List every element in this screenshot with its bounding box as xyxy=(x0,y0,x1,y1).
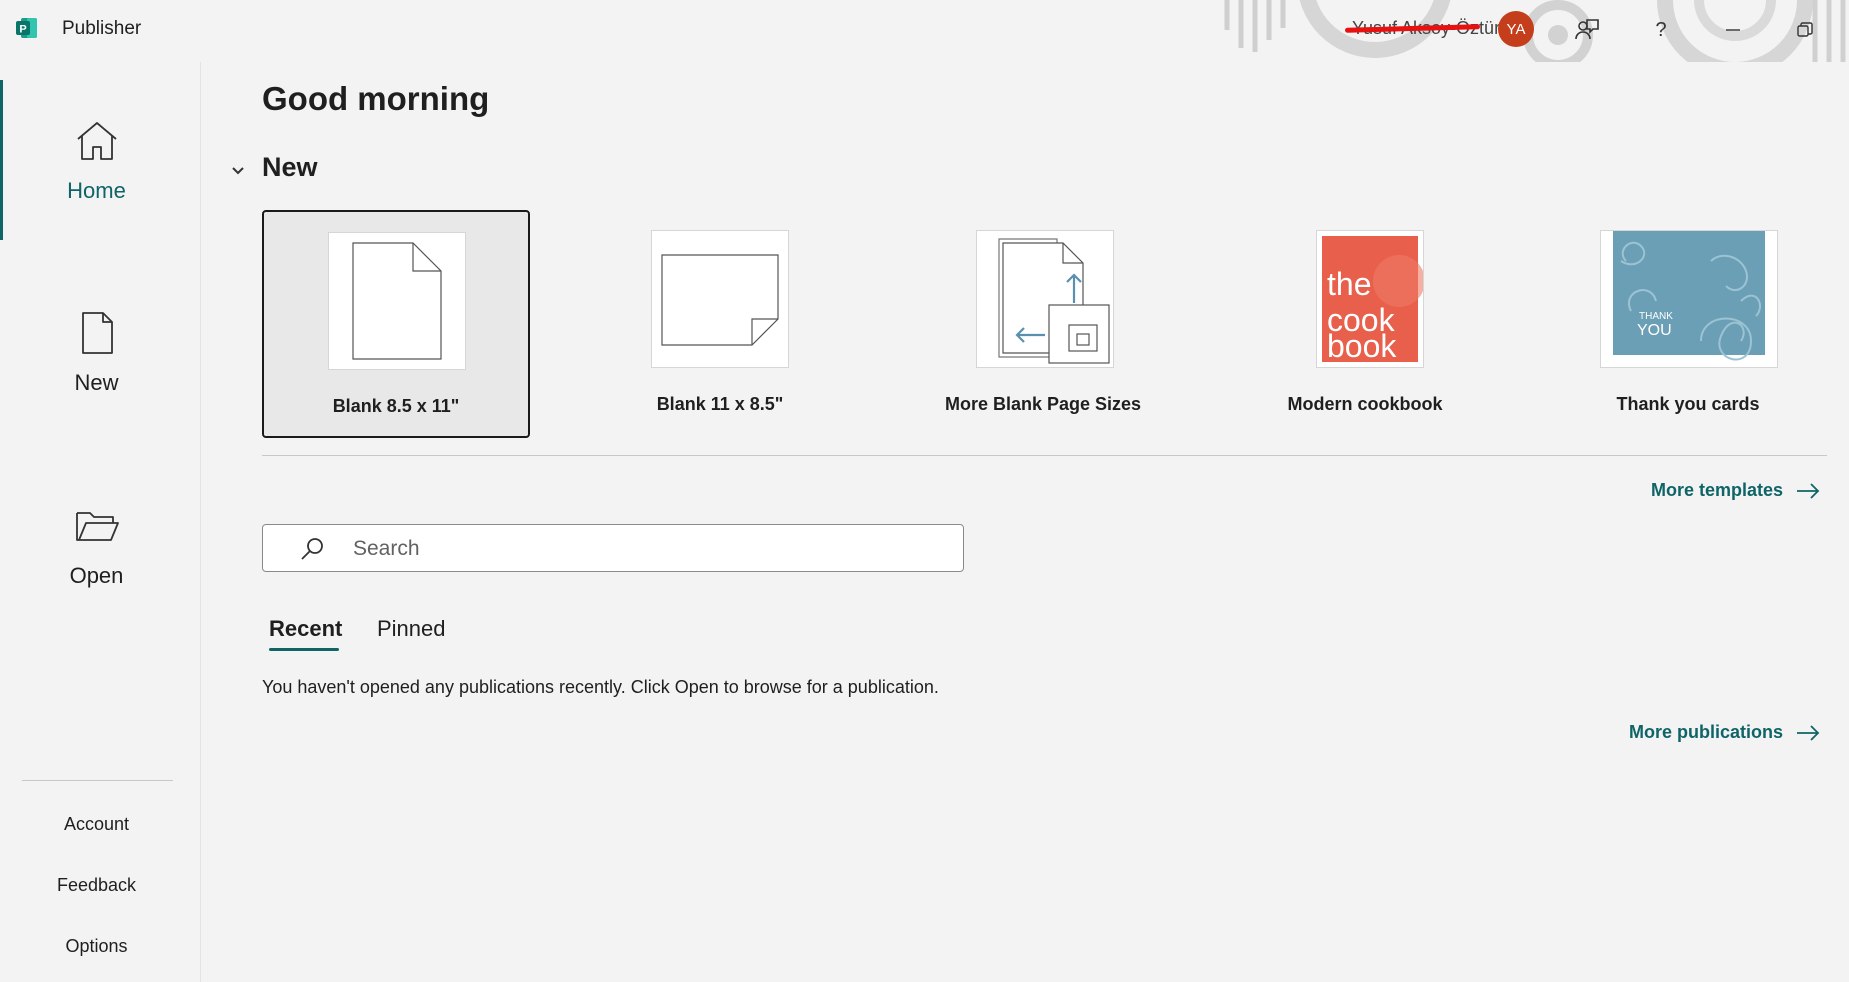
sidebar-item-home[interactable]: Home xyxy=(0,80,200,236)
avatar-initials: YA xyxy=(1506,20,1526,38)
tab-active-indicator xyxy=(269,648,339,651)
chevron-down-icon[interactable] xyxy=(227,160,249,182)
more-publications-label: More publications xyxy=(1628,722,1783,742)
template-thumbnail xyxy=(651,230,789,368)
arrow-right-icon xyxy=(1797,724,1820,741)
svg-text:YOU: YOU xyxy=(1637,322,1672,339)
folder-open-icon xyxy=(76,512,119,541)
template-thumbnail: THANK YOU xyxy=(1600,230,1778,368)
sidebar-divider xyxy=(22,780,173,781)
search-input[interactable] xyxy=(351,531,945,567)
svg-text:the: the xyxy=(1327,266,1371,302)
restore-icon xyxy=(1797,22,1813,37)
sidebar-item-feedback[interactable]: Feedback xyxy=(0,875,193,896)
tab-recent[interactable]: Recent xyxy=(269,616,342,642)
sidebar-item-label: New xyxy=(74,370,119,395)
sidebar-item-open[interactable]: Open xyxy=(0,465,200,621)
help-button[interactable]: ? xyxy=(1641,10,1681,50)
avatar[interactable]: YA xyxy=(1498,11,1534,47)
feedback-icon xyxy=(1575,19,1599,40)
divider xyxy=(262,455,1827,456)
minimize-button[interactable] xyxy=(1713,10,1753,50)
empty-state-message: You haven't opened any publications rece… xyxy=(262,677,939,697)
template-label: Thank you cards xyxy=(1616,394,1760,414)
template-label: Modern cookbook xyxy=(1287,394,1443,414)
help-icon: ? xyxy=(1655,18,1667,41)
template-blank-portrait[interactable]: Blank 8.5 x 11" xyxy=(262,210,530,438)
sidebar-item-options[interactable]: Options xyxy=(0,936,193,957)
template-more-blank-sizes[interactable]: More Blank Page Sizes xyxy=(909,210,1177,438)
sidebar-item-label: Open xyxy=(69,563,124,588)
template-thumbnail: the cook book xyxy=(1316,230,1424,368)
sidebar-item-new[interactable]: New xyxy=(0,272,200,428)
sidebar-item-account[interactable]: Account xyxy=(0,814,193,835)
new-document-icon xyxy=(82,312,113,354)
tab-pinned[interactable]: Pinned xyxy=(377,616,446,642)
home-icon xyxy=(77,122,117,160)
publisher-logo-icon: P xyxy=(16,18,37,38)
template-label: Blank 11 x 8.5" xyxy=(656,394,784,414)
svg-text:book: book xyxy=(1327,328,1397,364)
template-modern-cookbook[interactable]: the cook book Modern cookbook xyxy=(1231,210,1499,438)
template-thumbnail xyxy=(976,230,1114,368)
template-thank-you-cards[interactable]: THANK YOU Thank you cards xyxy=(1554,210,1822,438)
template-blank-landscape[interactable]: Blank 11 x 8.5" xyxy=(586,210,854,438)
template-thumbnail xyxy=(328,232,466,370)
main-content: Good morning New Blank 8.5 x 11" Blank 1… xyxy=(201,62,1849,982)
svg-text:P: P xyxy=(19,24,26,36)
sidebar: Home New Open Account Feedback Options xyxy=(0,62,201,982)
sidebar-item-label: Home xyxy=(67,178,126,203)
search-field[interactable] xyxy=(262,524,964,572)
more-templates-label: More templates xyxy=(1650,480,1783,500)
more-publications-link[interactable]: More publications xyxy=(1629,722,1821,743)
svg-text:THANK: THANK xyxy=(1639,311,1673,322)
arrow-right-icon xyxy=(1797,482,1820,499)
minimize-icon xyxy=(1726,29,1740,31)
page-title: Good morning xyxy=(262,80,490,117)
title-bar: P Publisher Yusuf Aksoy-Öztürk YA xyxy=(0,0,1849,62)
search-icon xyxy=(301,538,323,560)
more-templates-link[interactable]: More templates xyxy=(1651,480,1821,501)
template-label: More Blank Page Sizes xyxy=(944,394,1142,414)
app-title: Publisher xyxy=(62,18,142,39)
template-label: Blank 8.5 x 11" xyxy=(332,396,460,416)
feedback-button[interactable] xyxy=(1567,10,1607,50)
restore-button[interactable] xyxy=(1785,10,1825,50)
section-title-new: New xyxy=(262,152,318,182)
